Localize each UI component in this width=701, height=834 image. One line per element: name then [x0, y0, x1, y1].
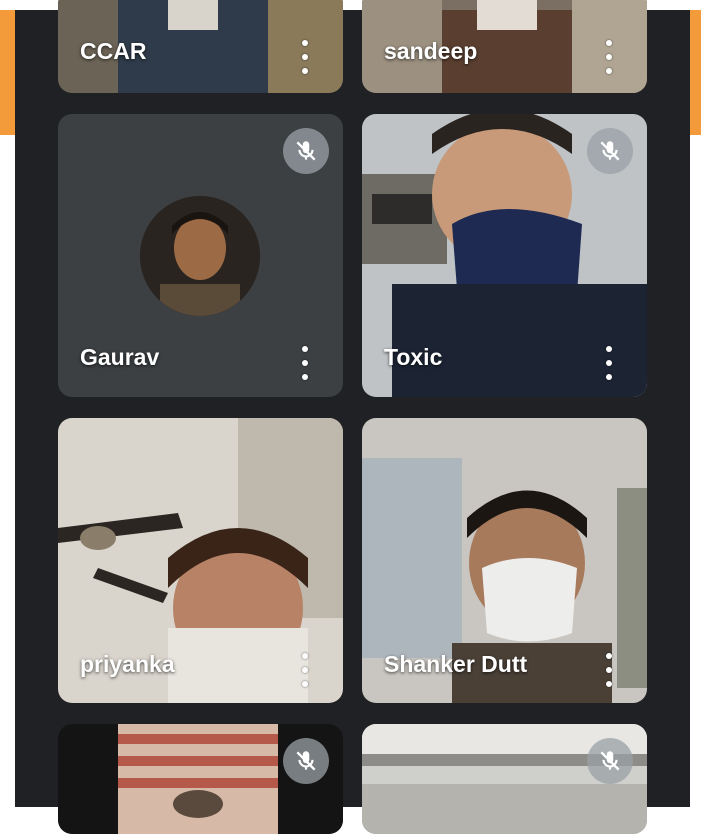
participant-name: sandeep: [384, 38, 478, 64]
participant-name: CCAR: [80, 38, 147, 64]
participant-tile-toxic[interactable]: Toxic: [362, 114, 647, 397]
participant-tile-sandeep[interactable]: sandeep: [362, 0, 647, 93]
more-options-icon[interactable]: [301, 653, 309, 687]
mic-off-icon: [587, 738, 633, 784]
more-options-icon[interactable]: [605, 40, 613, 74]
avatar: [140, 196, 260, 316]
mic-off-icon: [283, 128, 329, 174]
participant-tile-priyanka[interactable]: priyanka: [58, 418, 343, 703]
more-options-icon[interactable]: [301, 40, 309, 74]
participant-name: Toxic: [384, 344, 443, 370]
participant-name: Shanker Dutt: [384, 651, 528, 677]
participant-tile-8[interactable]: [362, 724, 647, 834]
meeting-grid: CCAR sandeep Gaurav Toxic priyanka Shank…: [15, 0, 690, 834]
mic-off-icon: [283, 738, 329, 784]
more-options-icon[interactable]: [301, 346, 309, 380]
participant-tile-shanker-dutt[interactable]: Shanker Dutt: [362, 418, 647, 703]
more-options-icon[interactable]: [605, 346, 613, 380]
participant-name: priyanka: [80, 651, 175, 677]
participant-tile-gaurav[interactable]: Gaurav: [58, 114, 343, 397]
participant-tile-ccar[interactable]: CCAR: [58, 0, 343, 93]
participant-tile-7[interactable]: [58, 724, 343, 834]
participant-name: Gaurav: [80, 344, 160, 370]
mic-off-icon: [587, 128, 633, 174]
more-options-icon[interactable]: [605, 653, 613, 687]
